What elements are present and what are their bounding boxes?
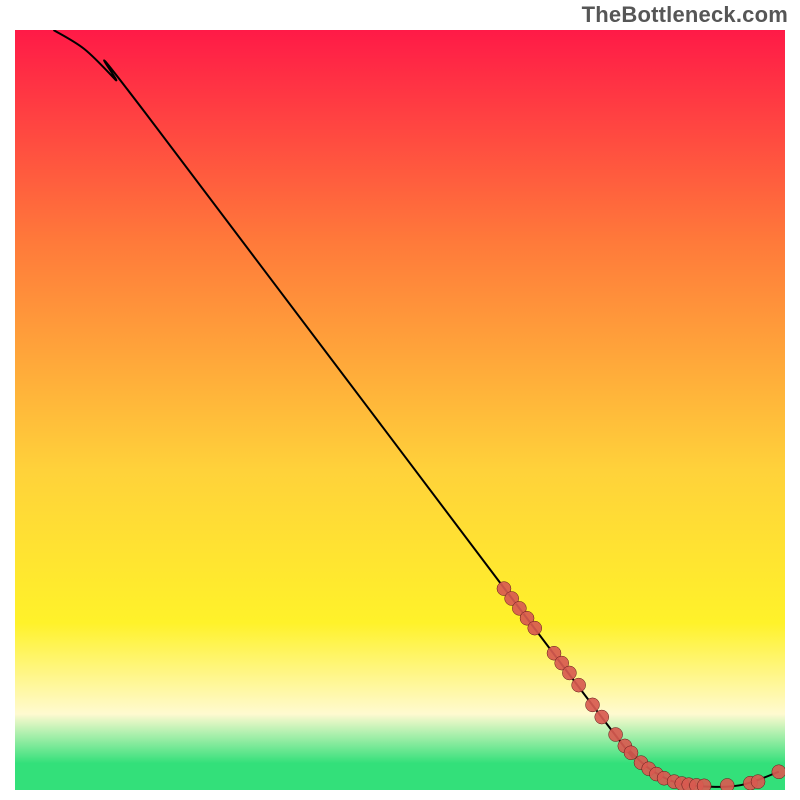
data-marker <box>772 765 785 779</box>
attribution-text: TheBottleneck.com <box>582 2 788 28</box>
data-marker <box>697 779 711 790</box>
chart-svg <box>15 30 785 790</box>
data-marker <box>572 678 586 692</box>
data-marker <box>720 778 734 790</box>
data-marker <box>609 728 623 742</box>
data-marker <box>751 775 765 789</box>
data-marker <box>562 666 576 680</box>
data-marker <box>586 698 600 712</box>
data-marker <box>528 621 542 635</box>
bottleneck-chart <box>15 30 785 790</box>
chart-background <box>15 30 785 790</box>
data-marker <box>595 710 609 724</box>
